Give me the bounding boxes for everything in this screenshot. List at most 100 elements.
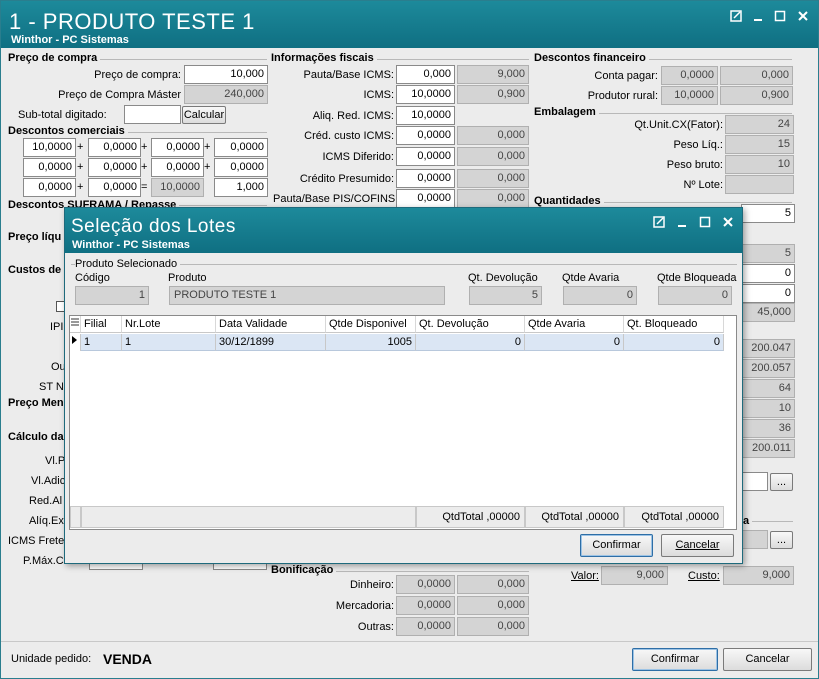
preco-master-value: 240,000 (184, 85, 268, 104)
quantidade-input[interactable]: 5 (741, 204, 795, 223)
qtde-avaria-value: 0 (563, 286, 637, 305)
confirmar-button[interactable]: Confirmar (632, 648, 718, 671)
aliqext-label: Alíq.Ext (29, 515, 67, 527)
main-titlebar: 1 - PRODUTO TESTE 1 Winthor - PC Sistema… (1, 1, 818, 48)
dialog-confirmar-button[interactable]: Confirmar (580, 534, 653, 557)
grid-cell-1-4[interactable]: 1005 (326, 334, 416, 351)
column-header-1[interactable]: Filial (81, 316, 122, 333)
dialog-close-icon[interactable] (721, 216, 735, 230)
column-header-2[interactable]: Nr.Lote (122, 316, 216, 333)
desconto-1-2-input[interactable]: 0,0000 (88, 138, 141, 157)
close-icon[interactable] (796, 10, 810, 24)
embalagem-value-4 (725, 175, 794, 194)
pmax-label: P.Máx.C (23, 555, 64, 567)
right-value-4: 45,000 (741, 303, 795, 322)
embalagem-value-3: 10 (725, 155, 794, 174)
right-input-blank[interactable] (741, 472, 768, 491)
grid-footer-blank (81, 506, 416, 528)
right-value-9: 36 (741, 419, 795, 438)
cancelar-button[interactable]: Cancelar (723, 648, 812, 671)
desconto-2-2-input[interactable]: 0,0000 (88, 158, 141, 177)
ellipsis-button-1[interactable]: ... (770, 473, 793, 491)
preco-liquido-label: Preço líqu (8, 231, 65, 243)
dialog-maximize-icon[interactable] (698, 216, 712, 230)
produto-value: PRODUTO TESTE 1 (169, 286, 445, 305)
grid-cell-1-6[interactable]: 0 (525, 334, 624, 351)
column-header-4[interactable]: Qtde Disponivel (326, 316, 416, 333)
fiscal-input-3[interactable]: 10,0000 (396, 106, 455, 125)
desconto-op-1-2: + (141, 141, 148, 153)
maximize-icon[interactable] (773, 10, 787, 24)
fiscal-input-1[interactable]: 0,000 (396, 65, 455, 84)
footer-bar: Unidade pedido: VENDA Confirmar Cancelar (1, 641, 818, 678)
dialog-titlebar: Seleção dos Lotes Winthor - PC Sistemas (65, 208, 742, 253)
section-descontos-financeiro: Descontos financeiro (534, 52, 649, 64)
grid-cell-1-5[interactable]: 0 (416, 334, 525, 351)
right-value-5: 200.047 (741, 339, 795, 358)
window-subtitle: Winthor - PC Sistemas (11, 34, 129, 46)
fiscal-label-4: Créd. custo ICMS: (304, 130, 394, 142)
preco-men-label: Preço Men (8, 397, 67, 409)
icms-frete-label: ICMS Frete (8, 535, 65, 547)
subtotal-input[interactable] (124, 105, 181, 124)
valor-label: Valor: (571, 570, 599, 582)
ipi-label: IPI (50, 321, 64, 333)
desconto-1-1-input[interactable]: 10,0000 (23, 138, 76, 157)
grid-cell-1-3[interactable]: 30/12/1899 (216, 334, 326, 351)
right-input-blank-2 (741, 530, 768, 549)
desconto-1-4-input[interactable]: 0,0000 (214, 138, 268, 157)
grid-total-2: QtdTotal ,00000 (525, 506, 624, 528)
calcular-button[interactable]: Calcular (182, 106, 226, 124)
column-header-3[interactable]: Data Validade (216, 316, 326, 333)
fiscal-ro-6: 0,000 (457, 169, 529, 188)
fiscal-ro-5: 0,000 (457, 147, 529, 166)
grid-cell-1-7[interactable]: 0 (624, 334, 724, 351)
preco-compra-input[interactable]: 10,000 (184, 65, 268, 84)
dialog-minimize-icon[interactable] (675, 216, 689, 230)
column-header-5[interactable]: Qt. Devolução (416, 316, 525, 333)
desconto-3-1-input[interactable]: 0,0000 (23, 178, 76, 197)
fiscal-input-7[interactable]: 0,0000 (396, 189, 455, 208)
fiscal-input-4[interactable]: 0,0000 (396, 126, 455, 145)
grid-cell-1-2[interactable]: 1 (122, 334, 216, 351)
desconto-3-4-input[interactable]: 1,000 (214, 178, 268, 197)
fiscal-label-5: ICMS Diferido: (322, 151, 394, 163)
section-embalagem: Embalagem (534, 106, 599, 118)
dialog-restore-icon[interactable] (652, 216, 666, 230)
column-header-7[interactable]: Qt. Bloqueado (624, 316, 724, 333)
preco-master-label: Preço de Compra Máster (58, 89, 181, 101)
produtor-rural-label: Produtor rural: (587, 90, 658, 102)
desconto-2-1-input[interactable]: 0,0000 (23, 158, 76, 177)
bonif-a-3: 0,0000 (396, 617, 455, 636)
right-value-2[interactable]: 0 (741, 264, 795, 283)
desconto-3-2-input[interactable]: 0,0000 (88, 178, 141, 197)
qtde-avaria-label: Qtde Avaria (562, 272, 620, 284)
fiscal-input-5[interactable]: 0,0000 (396, 147, 455, 166)
grid-footer-indicator (70, 506, 81, 528)
window-title: 1 - PRODUTO TESTE 1 (9, 9, 255, 34)
produtor-rural-a: 10,0000 (661, 86, 718, 105)
desconto-1-3-input[interactable]: 0,0000 (151, 138, 204, 157)
bonif-b-2: 0,000 (457, 596, 529, 615)
grid-total-3: QtdTotal ,00000 (624, 506, 724, 528)
dialog-cancelar-button[interactable]: Cancelar (661, 534, 734, 557)
grid-cell-1-1[interactable]: 1 (81, 334, 122, 351)
grid-menu-icon[interactable] (70, 316, 81, 333)
lotes-grid[interactable]: Filial Nr.Lote Data Validade Qtde Disponive… (69, 315, 737, 530)
column-header-6[interactable]: Qtde Avaria (525, 316, 624, 333)
desconto-2-3-input[interactable]: 0,0000 (151, 158, 204, 177)
minimize-icon[interactable] (751, 10, 765, 24)
ellipsis-button-2[interactable]: ... (770, 531, 793, 549)
codigo-value: 1 (75, 286, 149, 305)
fiscal-input-2[interactable]: 10,0000 (396, 85, 455, 104)
desconto-op-1-3: + (204, 141, 211, 153)
section-preco-compra: Preço de compra (8, 52, 101, 64)
bonif-b-1: 0,000 (457, 575, 529, 594)
fiscal-ro-1: 9,000 (457, 65, 529, 84)
bonif-label-1: Dinheiro: (349, 579, 394, 591)
fiscal-input-6[interactable]: 0,0000 (396, 169, 455, 188)
right-value-3[interactable]: 0 (741, 284, 795, 303)
conta-pagar-label: Conta pagar: (594, 70, 658, 82)
desconto-2-4-input[interactable]: 0,0000 (214, 158, 268, 177)
restore-icon[interactable] (729, 10, 743, 24)
